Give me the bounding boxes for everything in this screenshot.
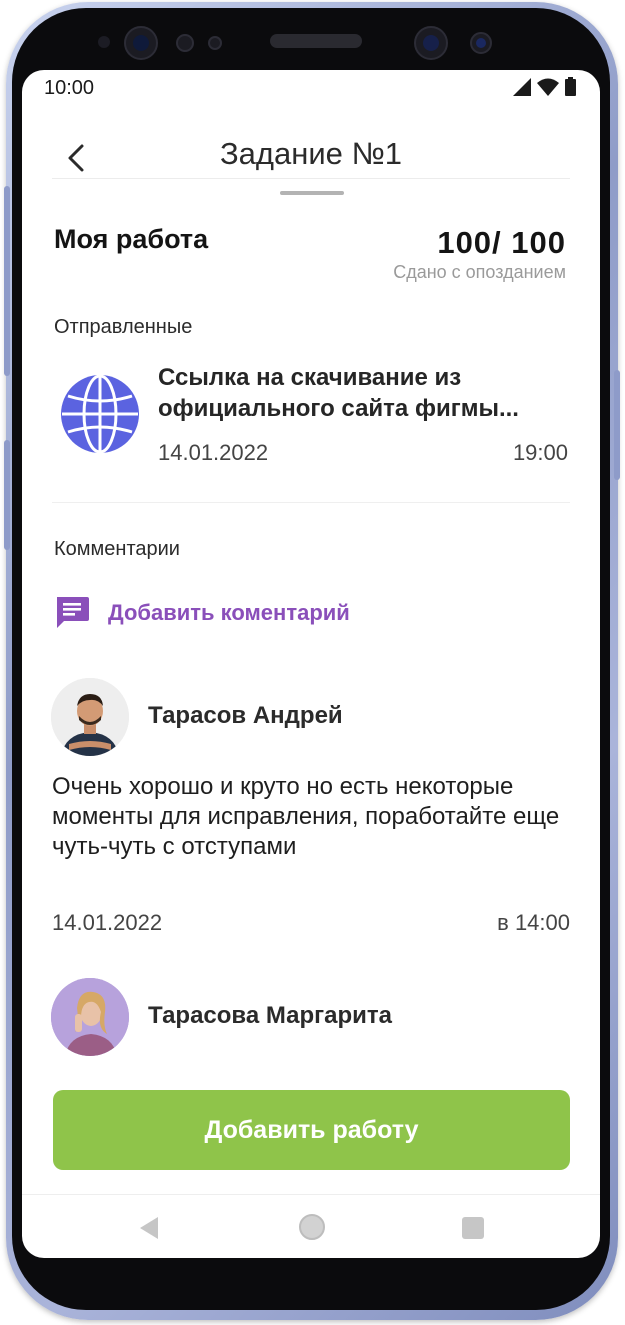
rear-camera <box>414 26 448 60</box>
side-button-right <box>614 370 620 480</box>
comment-text: Очень хорошо и круто но есть некоторые м… <box>52 773 560 860</box>
battery-icon <box>565 77 576 96</box>
home-circle-icon <box>299 1214 325 1240</box>
signal-icon <box>513 77 531 96</box>
sent-heading: Отправленные <box>54 316 193 338</box>
my-work-heading: Моя работа <box>54 224 209 254</box>
earpiece-speaker <box>270 34 362 48</box>
section-divider <box>52 502 570 503</box>
nav-recents-button[interactable] <box>461 1216 485 1245</box>
comment-date: 14.01.2022 <box>52 910 163 935</box>
avatar <box>51 978 129 1056</box>
comment-author: Тарасова Маргарита <box>148 1002 393 1029</box>
sent-item-time: 19:00 <box>512 440 568 465</box>
sent-item-title: Ссылка на скачивание из официального сай… <box>158 364 519 422</box>
page-title: Задание №1 <box>219 136 403 171</box>
nav-back-button[interactable] <box>138 1215 160 1246</box>
add-work-button[interactable]: Добавить работу <box>53 1090 570 1170</box>
score: 100/ 100 <box>437 225 566 260</box>
nav-divider <box>22 1194 600 1195</box>
volume-button <box>4 440 10 550</box>
power-button <box>4 186 10 376</box>
comment-author: Тарасов Андрей <box>148 702 343 729</box>
status-icons <box>513 77 576 96</box>
comment-time: в 14:00 <box>497 910 570 935</box>
camera-small <box>470 32 492 54</box>
front-camera <box>124 26 158 60</box>
avatar <box>51 678 129 756</box>
wifi-icon <box>537 78 559 96</box>
sensor-dot-small <box>208 36 222 50</box>
status-bar: 10:00 <box>22 70 600 104</box>
add-comment-label: Добавить коментарий <box>108 600 350 625</box>
recents-square-icon <box>462 1217 484 1239</box>
back-triangle-icon <box>140 1217 158 1239</box>
comments-heading: Комментарии <box>54 538 180 560</box>
globe-icon <box>61 374 139 454</box>
comment-icon <box>57 597 89 628</box>
nav-home-button[interactable] <box>298 1213 326 1246</box>
add-comment-button[interactable]: Добавить коментарий <box>54 596 350 630</box>
submission-status: Сдано с опозданием <box>393 262 566 282</box>
header-divider <box>52 178 570 179</box>
status-time: 10:00 <box>44 77 95 99</box>
sent-item-date: 14.01.2022 <box>158 440 269 465</box>
front-sensor <box>98 36 110 48</box>
sensor-dot <box>176 34 194 52</box>
drag-handle[interactable] <box>280 191 344 195</box>
screen: 10:00 Задание №1 Моя работа 100/ 100 Сда… <box>22 70 600 1258</box>
